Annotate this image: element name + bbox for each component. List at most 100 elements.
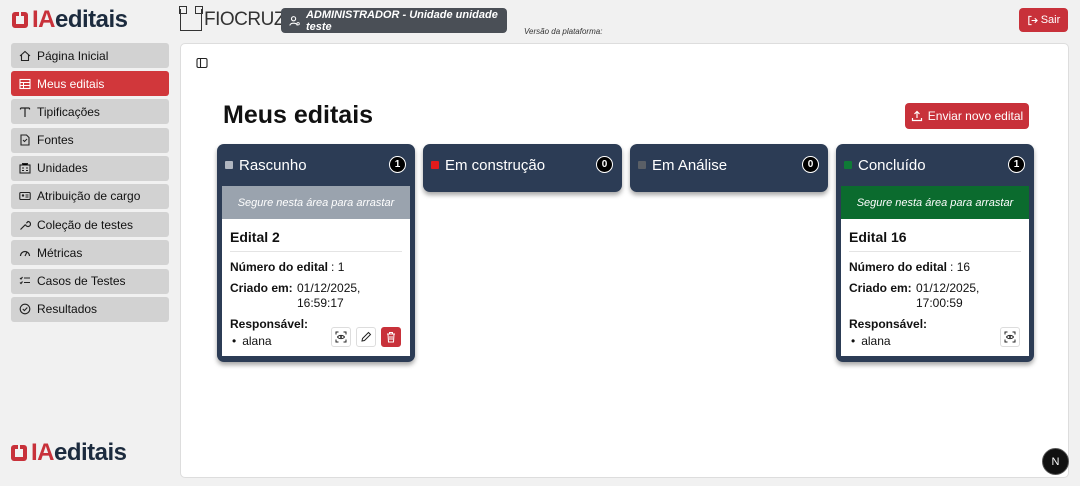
page-title: Meus editais (223, 101, 374, 129)
delete-button[interactable] (381, 327, 401, 347)
column-count-badge: 1 (389, 156, 406, 173)
status-dot (225, 161, 233, 169)
user-role-badge[interactable]: ADMINISTRADOR - Unidade unidade teste (281, 8, 507, 33)
iaeditais-logo-footer: IA editais (11, 439, 127, 466)
view-button[interactable] (1000, 327, 1020, 347)
iaeditais-logo[interactable]: IA editais (12, 6, 128, 33)
floating-n-badge[interactable]: N (1042, 448, 1069, 475)
responsavel-item: alana (849, 334, 1021, 348)
column-count-badge: 0 (802, 156, 819, 173)
card-title: Edital 16 (849, 229, 1021, 252)
logo-mark-icon (11, 445, 27, 461)
sidebar-item-tipificacoes[interactable]: Tipificações (11, 99, 169, 125)
column-count-badge: 0 (596, 156, 613, 173)
type-icon (19, 107, 31, 117)
fiocruz-logo: FIOCRUZ (179, 6, 285, 32)
building-icon (19, 163, 31, 174)
sidebar-item-fontes[interactable]: Fontes (11, 127, 169, 153)
edital-card[interactable]: Edital 16 Número do edital: 16 Criado em… (841, 219, 1029, 356)
id-card-icon (19, 192, 31, 201)
check-circle-icon (19, 303, 31, 315)
column-em-analise: Em Análise 0 (630, 144, 828, 192)
platform-version-label: Versão da plataforma: (524, 27, 603, 36)
drag-handle[interactable]: Segure nesta área para arrastar (841, 186, 1029, 219)
drag-handle[interactable]: Segure nesta área para arrastar (222, 186, 410, 219)
criado-label: Criado em: (230, 281, 293, 295)
column-header: Concluído 1 (836, 144, 1034, 186)
eye-scan-icon (1004, 331, 1016, 343)
column-count-badge: 1 (1008, 156, 1025, 173)
sidebar-item-meus-editais[interactable]: Meus editais (11, 71, 169, 97)
logo-text-editais: editais (54, 439, 127, 466)
sidebar-item-label: Atribuição de cargo (37, 189, 141, 204)
numero-label: Número do edital (849, 260, 948, 274)
sidebar-item-pagina-inicial[interactable]: Página Inicial (11, 43, 169, 68)
sidebar-item-colecao-de-testes[interactable]: Coleção de testes (11, 212, 169, 238)
card-actions (1000, 327, 1020, 347)
numero-value: 16 (956, 260, 971, 274)
sidebar-item-label: Página Inicial (37, 48, 109, 63)
column-concluido: Concluído 1 Segure nesta área para arras… (836, 144, 1034, 362)
wrench-icon (20, 220, 31, 230)
sidebar-item-resultados[interactable]: Resultados (11, 296, 169, 322)
file-icon (20, 134, 30, 146)
upload-edital-button[interactable]: Enviar novo edital (905, 103, 1029, 129)
column-header: Em Análise 0 (630, 144, 828, 186)
sidebar-item-metricas[interactable]: Métricas (11, 240, 169, 266)
logo-text-ia: IA (31, 439, 55, 466)
sidebar-item-label: Tipificações (37, 104, 100, 119)
drag-hint-text: Segure nesta área para arrastar (856, 196, 1014, 209)
sidebar-item-atribuicao-de-cargo[interactable]: Atribuição de cargo (11, 183, 169, 209)
sidebar-item-label: Meus editais (37, 76, 105, 91)
logo-text-editais: editais (55, 6, 128, 33)
drag-hint-text: Segure nesta área para arrastar (237, 196, 395, 209)
sidebar-item-label: Métricas (37, 245, 83, 260)
gauge-icon (19, 250, 31, 257)
sidebar-nav: Página Inicial Meus editais Tipificações… (11, 43, 169, 325)
logo-mark-icon (12, 12, 28, 28)
column-title: Concluído (858, 156, 926, 174)
table-icon (19, 78, 31, 89)
card-title: Edital 2 (230, 229, 402, 252)
sidebar-item-label: Resultados (37, 302, 98, 317)
sidebar-toggle-icon[interactable] (196, 57, 208, 69)
criado-time: 17:00:59 (916, 296, 963, 310)
upload-icon (911, 110, 922, 122)
criado-value: 01/12/2025, 17:00:59 (916, 281, 979, 311)
responsavel-label: Responsável: (849, 317, 928, 331)
sidebar-item-label: Casos de Testes (37, 274, 126, 288)
logout-button[interactable]: Sair (1019, 8, 1068, 32)
view-button[interactable] (331, 327, 351, 347)
logo-text-ia: IA (32, 6, 56, 33)
criado-value: 01/12/2025, 16:59:17 (297, 281, 360, 311)
logout-label: Sair (1040, 14, 1061, 26)
criado-field: Criado em: 01/12/2025, 16:59:17 (230, 281, 402, 311)
numero-field: Número do edital: 16 (849, 260, 971, 274)
status-dot (844, 161, 852, 169)
criado-date: 01/12/2025, (297, 281, 361, 295)
column-header: Em construção 0 (423, 144, 622, 186)
sidebar-item-label: Fontes (37, 133, 74, 148)
main-panel: Meus editais Enviar novo edital Rascunho… (180, 43, 1069, 478)
column-title: Rascunho (239, 156, 307, 174)
top-bar: IA editais FIOCRUZ ADMINISTRADOR - Unidad… (0, 0, 1080, 40)
column-header: Rascunho 1 (217, 144, 415, 186)
fiocruz-text: FIOCRUZ (204, 9, 285, 30)
criado-time: 16:59:17 (297, 296, 344, 310)
card-actions (331, 327, 401, 347)
pencil-icon (361, 331, 372, 342)
criado-label: Criado em: (849, 281, 912, 295)
edital-card[interactable]: Edital 2 Número do edital: 1 Criado em: … (222, 219, 410, 356)
status-dot (431, 161, 439, 169)
status-dot (638, 161, 646, 169)
numero-label: Número do edital (230, 260, 329, 274)
sidebar-item-unidades[interactable]: Unidades (11, 155, 169, 181)
user-role-text: ADMINISTRADOR - Unidade unidade teste (305, 8, 498, 33)
sidebar-item-casos-de-testes[interactable]: Casos de Testes (11, 268, 169, 294)
trash-icon (387, 332, 395, 343)
numero-value: 1 (337, 260, 345, 274)
criado-field: Criado em: 01/12/2025, 17:00:59 (849, 281, 1021, 311)
edit-button[interactable] (356, 327, 376, 347)
column-title: Em Análise (652, 156, 728, 174)
column-title: Em construção (445, 156, 546, 174)
